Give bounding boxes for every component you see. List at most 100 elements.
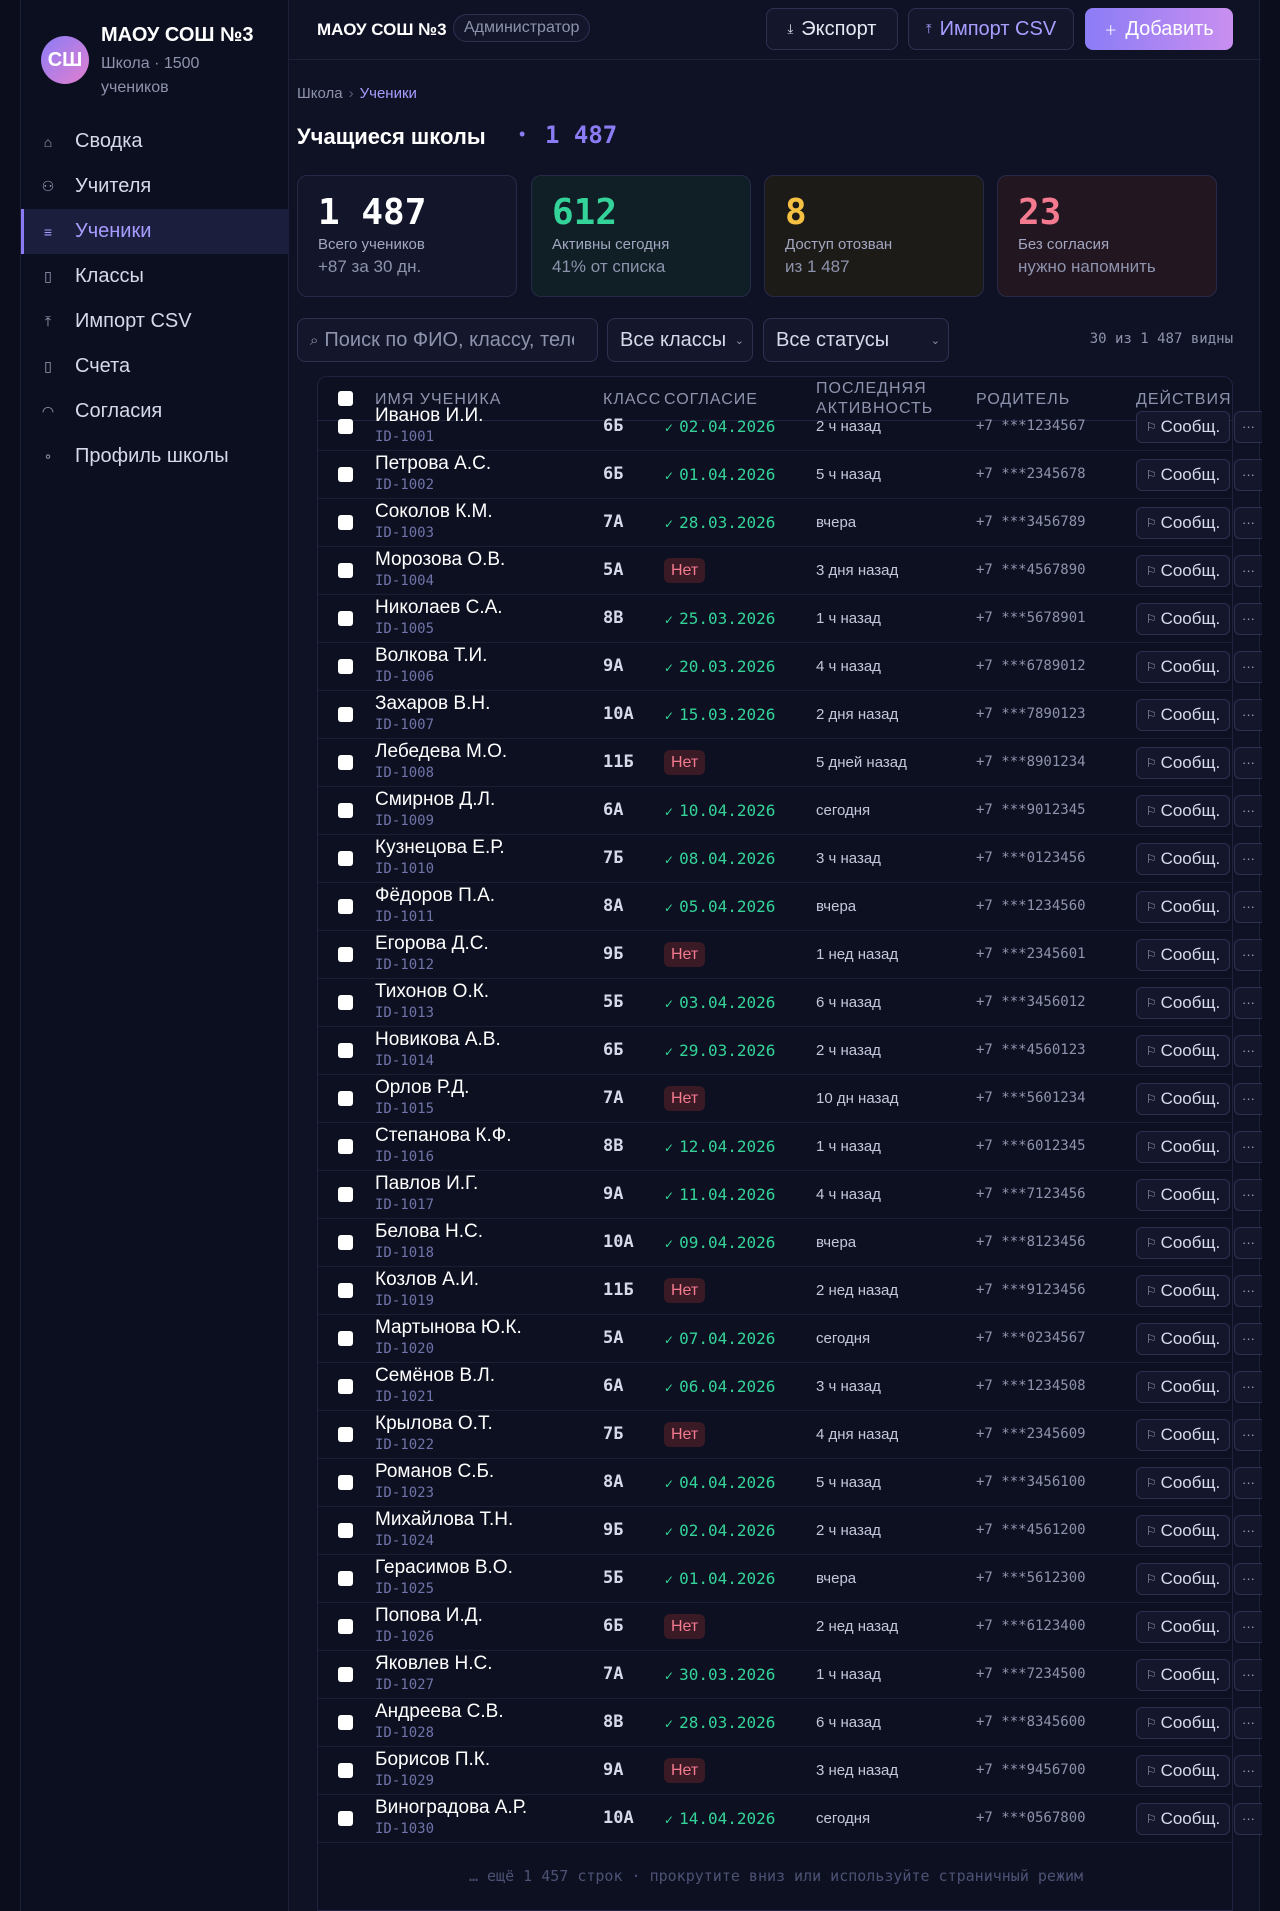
table-row[interactable]: Николаев С.А. ID-1005 8В ✓ 25.03.2026 1 ч наз… <box>318 595 1262 643</box>
more-actions-button[interactable]: ··· <box>1234 459 1262 491</box>
sidebar-item-7[interactable]: ◠ Согласия <box>21 389 289 434</box>
row-checkbox[interactable] <box>338 1283 353 1298</box>
message-button[interactable]: ⚐ Сообщ. <box>1136 1323 1230 1355</box>
message-button[interactable]: ⚐ Сообщ. <box>1136 1803 1230 1835</box>
row-checkbox[interactable] <box>338 1523 353 1538</box>
breadcrumb-root[interactable]: Школа <box>297 85 343 102</box>
sidebar-item-1[interactable]: ⌂ Сводка <box>21 119 289 164</box>
message-button[interactable]: ⚐ Сообщ. <box>1136 747 1230 779</box>
message-button[interactable]: ⚐ Сообщ. <box>1136 1467 1230 1499</box>
message-button[interactable]: ⚐ Сообщ. <box>1136 411 1230 443</box>
message-button[interactable]: ⚐ Сообщ. <box>1136 1131 1230 1163</box>
student-name[interactable]: Соколов К.М. <box>375 501 493 523</box>
student-name[interactable]: Белова Н.С. <box>375 1221 483 1243</box>
row-checkbox[interactable] <box>338 1379 353 1394</box>
message-button[interactable]: ⚐ Сообщ. <box>1136 1611 1230 1643</box>
table-row[interactable]: Андреева С.В. ID-1028 8В ✓ 28.03.2026 6 ч наз… <box>318 1699 1262 1747</box>
row-checkbox[interactable] <box>338 851 353 866</box>
row-checkbox[interactable] <box>338 419 353 434</box>
row-checkbox[interactable] <box>338 995 353 1010</box>
row-checkbox[interactable] <box>338 755 353 770</box>
message-button[interactable]: ⚐ Сообщ. <box>1136 987 1230 1019</box>
student-name[interactable]: Захаров В.Н. <box>375 693 490 715</box>
message-button[interactable]: ⚐ Сообщ. <box>1136 939 1230 971</box>
table-row[interactable]: Тихонов О.К. ID-1013 5Б ✓ 03.04.2026 6 ч наза… <box>318 979 1262 1027</box>
table-row[interactable]: Орлов Р.Д. ID-1015 7А Нет 10 дн назад +7 ***5… <box>318 1075 1262 1123</box>
table-row[interactable]: Петрова А.С. ID-1002 6Б ✓ 01.04.2026 5 ч наза… <box>318 451 1262 499</box>
student-name[interactable]: Егорова Д.С. <box>375 933 489 955</box>
export-button[interactable]: ⤓ Экспорт <box>766 8 898 50</box>
more-actions-button[interactable]: ··· <box>1234 747 1262 779</box>
row-checkbox[interactable] <box>338 1715 353 1730</box>
search-input[interactable] <box>324 328 575 352</box>
student-name[interactable]: Кузнецова Е.Р. <box>375 837 505 859</box>
student-name[interactable]: Герасимов В.О. <box>375 1557 513 1579</box>
message-button[interactable]: ⚐ Сообщ. <box>1136 1179 1230 1211</box>
row-checkbox[interactable] <box>338 1139 353 1154</box>
student-name[interactable]: Лебедева М.О. <box>375 741 507 763</box>
student-name[interactable]: Борисов П.К. <box>375 1749 490 1771</box>
table-row[interactable]: Герасимов В.О. ID-1025 5Б ✓ 01.04.2026 вчера +… <box>318 1555 1262 1603</box>
student-name[interactable]: Павлов И.Г. <box>375 1173 478 1195</box>
student-name[interactable]: Смирнов Д.Л. <box>375 789 495 811</box>
message-button[interactable]: ⚐ Сообщ. <box>1136 507 1230 539</box>
message-button[interactable]: ⚐ Сообщ. <box>1136 1035 1230 1067</box>
more-actions-button[interactable]: ··· <box>1234 1227 1262 1259</box>
message-button[interactable]: ⚐ Сообщ. <box>1136 1563 1230 1595</box>
table-row[interactable]: Волкова Т.И. ID-1006 9А ✓ 20.03.2026 4 ч наза… <box>318 643 1262 691</box>
more-actions-button[interactable]: ··· <box>1234 651 1262 683</box>
row-checkbox[interactable] <box>338 1619 353 1634</box>
row-checkbox[interactable] <box>338 803 353 818</box>
table-row[interactable]: Виноградова А.Р. ID-1030 10А ✓ 14.04.2026 сег… <box>318 1795 1262 1843</box>
table-row[interactable]: Иванов И.И. ID-1001 6Б ✓ 02.04.2026 2 ч назад… <box>318 403 1262 451</box>
row-checkbox[interactable] <box>338 1187 353 1202</box>
student-name[interactable]: Фёдоров П.А. <box>375 885 495 907</box>
student-name[interactable]: Попова И.Д. <box>375 1605 483 1627</box>
student-name[interactable]: Мартынова Ю.К. <box>375 1317 522 1339</box>
message-button[interactable]: ⚐ Сообщ. <box>1136 1275 1230 1307</box>
more-actions-button[interactable]: ··· <box>1234 1275 1262 1307</box>
more-actions-button[interactable]: ··· <box>1234 1659 1262 1691</box>
message-button[interactable]: ⚐ Сообщ. <box>1136 891 1230 923</box>
student-name[interactable]: Козлов А.И. <box>375 1269 479 1291</box>
sidebar-item-6[interactable]: ▯ Счета <box>21 344 289 389</box>
student-name[interactable]: Морозова О.В. <box>375 549 505 571</box>
table-row[interactable]: Степанова К.Ф. ID-1016 8В ✓ 12.04.2026 1 ч на… <box>318 1123 1262 1171</box>
student-name[interactable]: Виноградова А.Р. <box>375 1797 527 1819</box>
status-select[interactable]: Все статусы ⌄ <box>763 318 949 362</box>
import-csv-button[interactable]: ⤒ Импорт CSV <box>908 8 1074 50</box>
student-name[interactable]: Орлов Р.Д. <box>375 1077 469 1099</box>
student-name[interactable]: Волкова Т.И. <box>375 645 487 667</box>
more-actions-button[interactable]: ··· <box>1234 987 1262 1019</box>
message-button[interactable]: ⚐ Сообщ. <box>1136 1227 1230 1259</box>
student-name[interactable]: Яковлев Н.С. <box>375 1653 493 1675</box>
message-button[interactable]: ⚐ Сообщ. <box>1136 843 1230 875</box>
row-checkbox[interactable] <box>338 1811 353 1826</box>
more-actions-button[interactable]: ··· <box>1234 891 1262 923</box>
student-name[interactable]: Иванов И.И. <box>375 405 483 427</box>
row-checkbox[interactable] <box>338 1091 353 1106</box>
message-button[interactable]: ⚐ Сообщ. <box>1136 1371 1230 1403</box>
table-row[interactable]: Белова Н.С. ID-1018 10А ✓ 09.04.2026 вчера +7 … <box>318 1219 1262 1267</box>
more-actions-button[interactable]: ··· <box>1234 1371 1262 1403</box>
table-row[interactable]: Мартынова Ю.К. ID-1020 5А ✓ 07.04.2026 сегодн… <box>318 1315 1262 1363</box>
more-actions-button[interactable]: ··· <box>1234 795 1262 827</box>
add-student-button[interactable]: ＋ Добавить <box>1085 8 1233 50</box>
table-row[interactable]: Соколов К.М. ID-1003 7А ✓ 28.03.2026 вчера +7 … <box>318 499 1262 547</box>
table-row[interactable]: Попова И.Д. ID-1026 6Б Нет 2 нед назад +7 ***… <box>318 1603 1262 1651</box>
more-actions-button[interactable]: ··· <box>1234 1707 1262 1739</box>
student-name[interactable]: Новикова А.В. <box>375 1029 501 1051</box>
table-row[interactable]: Семёнов В.Л. ID-1021 6А ✓ 06.04.2026 3 ч наза… <box>318 1363 1262 1411</box>
row-checkbox[interactable] <box>338 899 353 914</box>
table-row[interactable]: Козлов А.И. ID-1019 11Б Нет 2 нед назад +7 **… <box>318 1267 1262 1315</box>
search-box[interactable]: ⌕ <box>297 318 598 362</box>
row-checkbox[interactable] <box>338 707 353 722</box>
more-actions-button[interactable]: ··· <box>1234 1323 1262 1355</box>
sidebar-item-8[interactable]: ∘ Профиль школы <box>21 434 289 479</box>
row-checkbox[interactable] <box>338 467 353 482</box>
row-checkbox[interactable] <box>338 611 353 626</box>
message-button[interactable]: ⚐ Сообщ. <box>1136 699 1230 731</box>
more-actions-button[interactable]: ··· <box>1234 507 1262 539</box>
sidebar-item-5[interactable]: ⤒ Импорт CSV <box>21 299 289 344</box>
more-actions-button[interactable]: ··· <box>1234 1755 1262 1787</box>
